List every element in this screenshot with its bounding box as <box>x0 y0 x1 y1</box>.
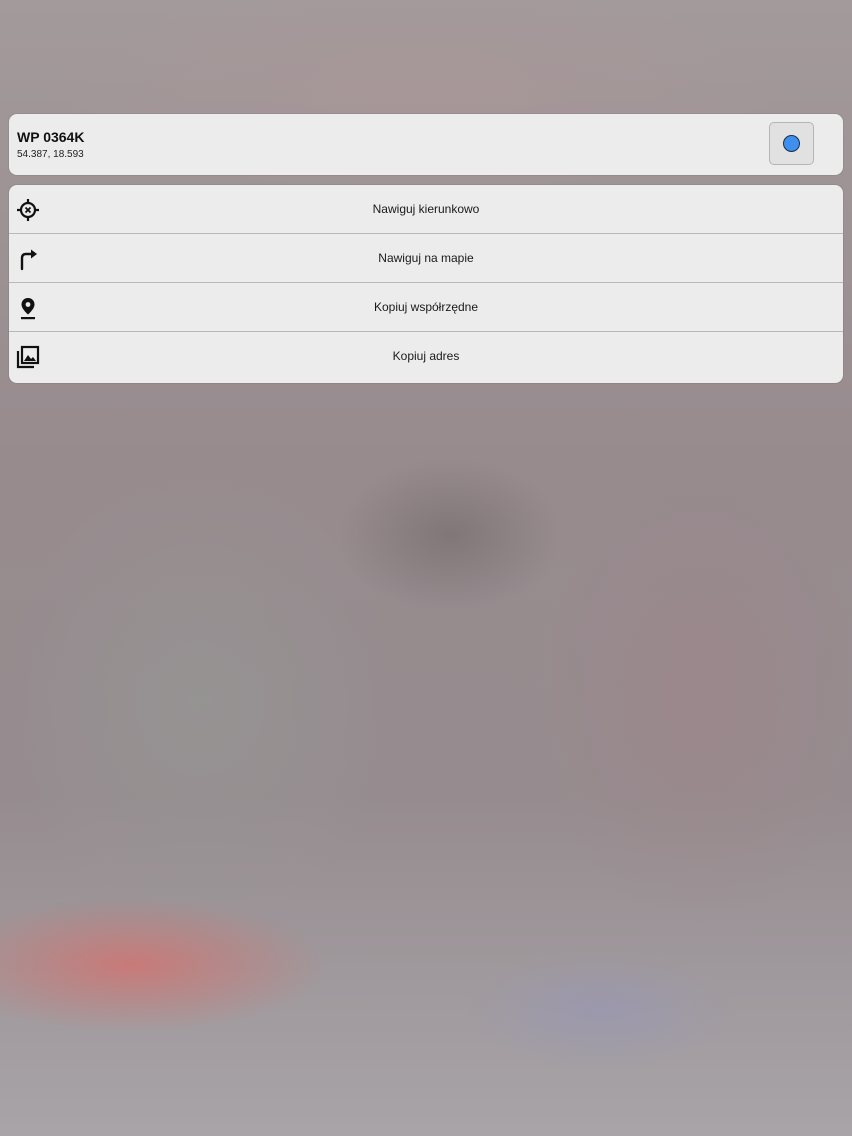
menu-item-navigate-direction[interactable]: Nawiguj kierunkowo <box>9 185 843 234</box>
waypoint-title: WP 0364K <box>17 129 85 145</box>
menu-item-navigate-map[interactable]: Nawiguj na mapie <box>9 234 843 283</box>
menu-item-copy-address[interactable]: Kopiuj adres <box>9 332 843 383</box>
menu-item-label: Kopiuj adres <box>392 349 460 363</box>
menu-item-copy-coordinates[interactable]: Kopiuj współrzędne <box>9 283 843 332</box>
action-menu: Nawiguj kierunkowo Nawiguj na mapie Kopi… <box>9 185 843 383</box>
menu-item-label: Kopiuj współrzędne <box>373 300 479 314</box>
waypoint-coordinates: 54.387, 18.593 <box>17 149 84 160</box>
menu-item-label: Nawiguj kierunkowo <box>372 202 480 216</box>
waypoint-header-card: WP 0364K 54.387, 18.593 <box>9 114 843 175</box>
menu-item-label: Nawiguj na mapie <box>378 251 474 265</box>
waypoint-color-dot <box>783 135 800 152</box>
waypoint-color-button[interactable] <box>769 122 814 165</box>
